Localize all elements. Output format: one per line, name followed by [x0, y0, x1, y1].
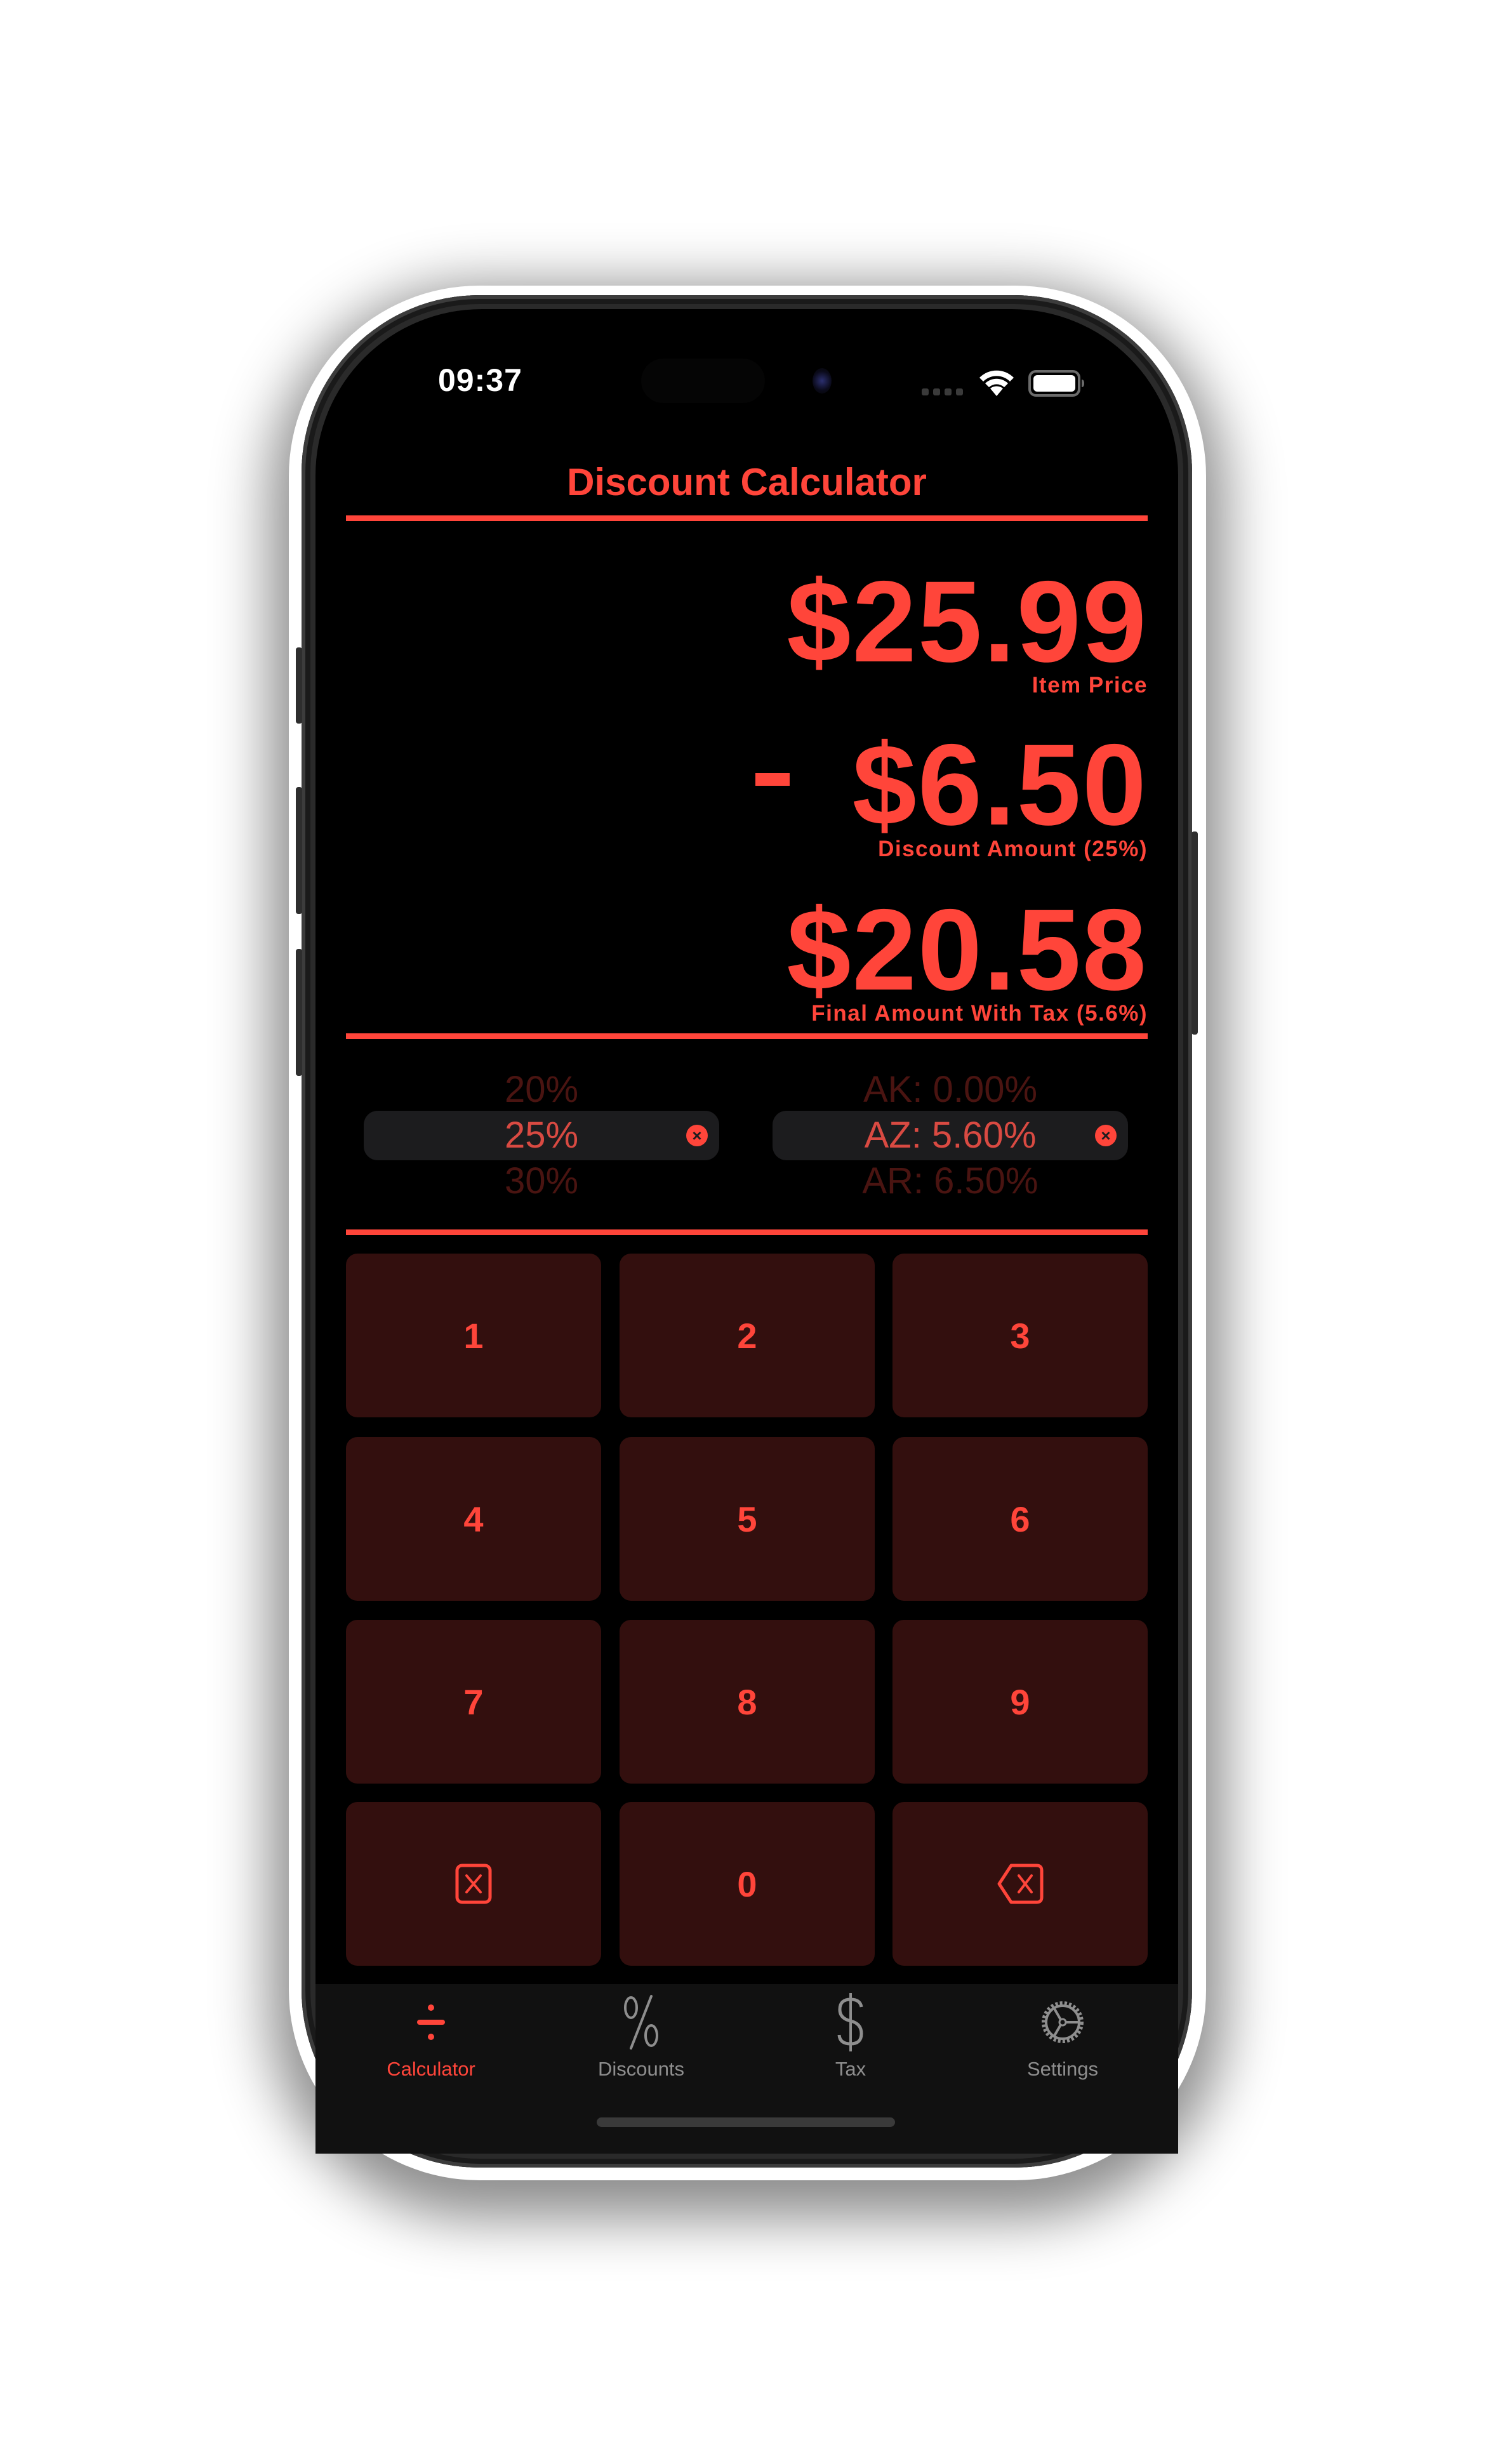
item-price-label: Item Price [1032, 673, 1148, 698]
dollar-icon [837, 1993, 863, 2051]
tax-option-below[interactable]: AR: 6.50% [773, 1160, 1128, 1202]
backspace-key[interactable] [892, 1802, 1148, 1966]
key-2-label: 2 [737, 1315, 757, 1356]
key-7[interactable]: 7 [346, 1620, 601, 1784]
tab-calculator-label: Calculator [387, 2058, 475, 2080]
tab-tax-label: Tax [835, 2058, 866, 2080]
final-amount-value: $20.58 [786, 885, 1148, 1014]
key-4-label: 4 [463, 1499, 484, 1539]
key-8-label: 8 [737, 1681, 757, 1722]
tab-settings-label: Settings [1026, 2058, 1098, 2080]
discount-minus-sign [755, 773, 790, 786]
volume-down-button [296, 949, 302, 1076]
action-button [296, 647, 302, 724]
tab-discounts-label: Discounts [597, 2058, 685, 2080]
clear-x-square-icon [455, 1864, 492, 1904]
discount-option-below[interactable]: 30% [364, 1160, 719, 1202]
discount-option-above[interactable]: 20% [364, 1068, 719, 1111]
tax-picker[interactable]: × AK: 0.00% AZ: 5.60% AR: 6.50% [773, 1057, 1128, 1202]
divider-header [346, 515, 1148, 521]
cellular-signal-icon [922, 388, 963, 395]
key-8[interactable]: 8 [620, 1620, 875, 1784]
divider-display [346, 1033, 1148, 1039]
divide-icon [417, 2004, 445, 2040]
discount-amount-value: $6.50 [852, 720, 1148, 849]
key-2[interactable]: 2 [620, 1254, 875, 1417]
discount-option-selected[interactable]: 25% [364, 1114, 719, 1156]
page-title: Discount Calculator [567, 461, 927, 503]
volume-up-button [296, 787, 302, 914]
item-price-value: $25.99 [786, 557, 1148, 686]
key-0[interactable]: 0 [620, 1802, 875, 1966]
percent-icon [624, 1995, 658, 2050]
key-7-label: 7 [463, 1681, 484, 1722]
discount-amount-label: Discount Amount (25%) [878, 837, 1148, 861]
key-9-label: 9 [1010, 1681, 1030, 1722]
key-3[interactable]: 3 [892, 1254, 1148, 1417]
battery-icon [1028, 370, 1084, 397]
discount-picker[interactable]: × 20% 25% 30% [364, 1057, 719, 1202]
tax-option-selected[interactable]: AZ: 5.60% [773, 1114, 1128, 1156]
key-1[interactable]: 1 [346, 1254, 601, 1417]
key-5-label: 5 [737, 1499, 757, 1539]
power-button [1191, 831, 1198, 1035]
key-6-label: 6 [1010, 1499, 1030, 1539]
tab-settings[interactable]: Settings [999, 1984, 1126, 2081]
clear-key[interactable] [346, 1802, 601, 1966]
key-9[interactable]: 9 [892, 1620, 1148, 1784]
key-5[interactable]: 5 [620, 1437, 875, 1601]
home-indicator[interactable] [597, 2117, 895, 2127]
tab-tax[interactable]: Tax [787, 1984, 914, 2081]
key-4[interactable]: 4 [346, 1437, 601, 1601]
key-6[interactable]: 6 [892, 1437, 1148, 1601]
wifi-icon [979, 370, 1014, 396]
tab-discounts[interactable]: Discounts [578, 1984, 705, 2081]
dynamic-island [641, 359, 765, 403]
key-3-label: 3 [1010, 1315, 1030, 1356]
tax-option-above[interactable]: AK: 0.00% [773, 1068, 1128, 1111]
final-amount-label: Final Amount With Tax (5.6%) [811, 1001, 1148, 1026]
tab-bar: Calculator Discounts Tax Settings [315, 1984, 1178, 2154]
status-time: 09:37 [438, 362, 522, 398]
gear-icon [1042, 2001, 1084, 2043]
key-0-label: 0 [737, 1864, 757, 1904]
divider-pickers [346, 1229, 1148, 1235]
key-1-label: 1 [463, 1315, 484, 1356]
camera-icon [813, 368, 832, 394]
delete-left-icon [997, 1864, 1044, 1904]
tab-calculator[interactable]: Calculator [368, 1984, 494, 2081]
